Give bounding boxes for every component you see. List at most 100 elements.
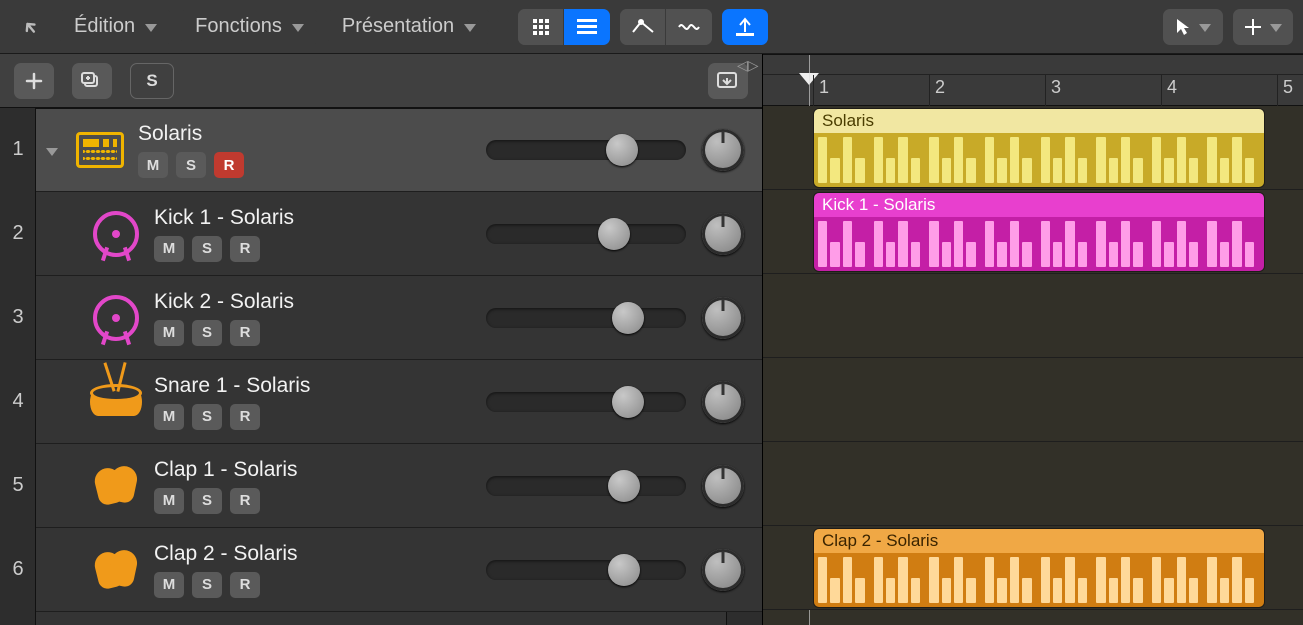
- track-row-master[interactable]: Solaris M S R: [36, 108, 762, 192]
- snare-drum-icon: [90, 388, 142, 416]
- track-name: Clap 2 - Solaris: [154, 542, 298, 566]
- kick-drum-icon: [93, 211, 139, 257]
- automation-curve-button[interactable]: [620, 9, 666, 45]
- mute-button[interactable]: M: [154, 320, 184, 346]
- view-mode-grid[interactable]: [518, 9, 564, 45]
- record-enable-button[interactable]: R: [230, 320, 260, 346]
- view-mode-list[interactable]: [564, 9, 610, 45]
- menu-presentation[interactable]: Présentation: [328, 9, 490, 45]
- chevron-down-icon: [1270, 16, 1282, 37]
- track-rows: Solaris M S R Kick: [36, 108, 762, 612]
- solo-button[interactable]: S: [192, 488, 222, 514]
- catch-playhead-button[interactable]: [722, 9, 768, 45]
- volume-slider[interactable]: [486, 224, 686, 244]
- slider-thumb[interactable]: [606, 134, 638, 166]
- chevron-down-icon: [145, 15, 157, 38]
- plus-icon: [25, 72, 43, 90]
- mute-button[interactable]: M: [138, 152, 168, 178]
- midi-region[interactable]: Clap 2 - Solaris: [813, 528, 1265, 608]
- volume-slider[interactable]: [486, 308, 686, 328]
- main-area: S 1 2 3 4 5 6: [0, 54, 1303, 625]
- drum-machine-icon: [76, 132, 124, 168]
- midi-region[interactable]: Kick 1 - Solaris: [813, 192, 1265, 272]
- menu-fonctions[interactable]: Fonctions: [181, 9, 318, 45]
- record-enable-button[interactable]: R: [230, 236, 260, 262]
- track-number: 2: [0, 222, 36, 245]
- track-number: 5: [0, 474, 36, 497]
- solo-button[interactable]: S: [192, 404, 222, 430]
- region-body: [814, 133, 1264, 187]
- automation-group: [620, 9, 712, 45]
- global-solo-label: S: [146, 71, 157, 91]
- back-button[interactable]: [10, 9, 50, 45]
- grid-icon: [531, 17, 551, 37]
- arrange-lane[interactable]: [763, 358, 1303, 442]
- automation-icon: [631, 18, 655, 36]
- volume-slider[interactable]: [486, 560, 686, 580]
- track-icon-slot: [68, 132, 132, 168]
- pan-knob[interactable]: [702, 381, 744, 423]
- add-track-button[interactable]: [14, 63, 54, 99]
- flex-button[interactable]: [666, 9, 712, 45]
- region-body: [814, 553, 1264, 607]
- duplicate-track-button[interactable]: [72, 63, 112, 99]
- duplicate-icon: [81, 72, 103, 90]
- region-label: Kick 1 - Solaris: [814, 193, 1264, 217]
- volume-slider[interactable]: [486, 392, 686, 412]
- track-number: 1: [0, 138, 36, 161]
- menu-edition[interactable]: Édition: [60, 9, 171, 45]
- view-mode-group: [518, 9, 610, 45]
- list-icon: [576, 18, 598, 36]
- track-row[interactable]: Snare 1 - Solaris M S R: [36, 360, 762, 444]
- track-row[interactable]: Clap 2 - Solaris M S R: [36, 528, 762, 612]
- arrange-lane[interactable]: [763, 274, 1303, 358]
- region-label: Solaris: [814, 109, 1264, 133]
- track-name: Kick 2 - Solaris: [154, 290, 294, 314]
- arrow-up-left-icon: [20, 17, 40, 37]
- pan-knob[interactable]: [702, 297, 744, 339]
- arrange-lane[interactable]: [763, 442, 1303, 526]
- volume-slider[interactable]: [486, 140, 686, 160]
- pointer-tool-group: [1163, 9, 1223, 45]
- ruler-bottom[interactable]: 1 2 3 4 5: [763, 75, 1303, 107]
- solo-button[interactable]: S: [192, 320, 222, 346]
- bar-number: 5: [1283, 77, 1293, 98]
- record-enable-button[interactable]: R: [230, 404, 260, 430]
- pan-knob[interactable]: [702, 465, 744, 507]
- flex-icon: [677, 18, 701, 36]
- volume-slider[interactable]: [486, 476, 686, 496]
- global-solo-button[interactable]: S: [130, 63, 174, 99]
- pan-knob[interactable]: [702, 213, 744, 255]
- track-number: 4: [0, 390, 36, 413]
- mute-button[interactable]: M: [154, 572, 184, 598]
- record-enable-button[interactable]: R: [230, 572, 260, 598]
- crosshair-icon: [1244, 18, 1262, 36]
- track-row[interactable]: Clap 1 - Solaris M S R: [36, 444, 762, 528]
- record-enable-button[interactable]: R: [230, 488, 260, 514]
- arrange-timeline: ◁▷ 1 2 3 4 5: [762, 54, 1303, 625]
- mute-button[interactable]: M: [154, 404, 184, 430]
- track-name: Kick 1 - Solaris: [154, 206, 294, 230]
- solo-button[interactable]: S: [192, 236, 222, 262]
- menu-edition-label: Édition: [74, 15, 135, 38]
- disclosure-toggle[interactable]: [46, 140, 68, 161]
- cycle-nudge-icon[interactable]: ◁▷: [737, 57, 759, 74]
- pan-knob[interactable]: [702, 129, 744, 171]
- pan-knob[interactable]: [702, 549, 744, 591]
- mute-button[interactable]: M: [154, 488, 184, 514]
- secondary-tool-button[interactable]: [1233, 9, 1293, 45]
- chevron-down-icon: [46, 140, 58, 160]
- bar-number: 2: [935, 77, 945, 98]
- bar-ruler[interactable]: ◁▷ 1 2 3 4 5: [763, 54, 1303, 106]
- track-number: 3: [0, 306, 36, 329]
- record-enable-button[interactable]: R: [214, 152, 244, 178]
- midi-region[interactable]: Solaris: [813, 108, 1265, 188]
- pointer-tool-button[interactable]: [1163, 9, 1223, 45]
- ruler-top[interactable]: ◁▷: [763, 55, 1303, 75]
- solo-button[interactable]: S: [192, 572, 222, 598]
- solo-button[interactable]: S: [176, 152, 206, 178]
- lane-area[interactable]: Solaris Kick 1 - Solaris Clap 2 - Solari…: [763, 106, 1303, 625]
- track-row[interactable]: Kick 2 - Solaris M S R: [36, 276, 762, 360]
- mute-button[interactable]: M: [154, 236, 184, 262]
- track-row[interactable]: Kick 1 - Solaris M S R: [36, 192, 762, 276]
